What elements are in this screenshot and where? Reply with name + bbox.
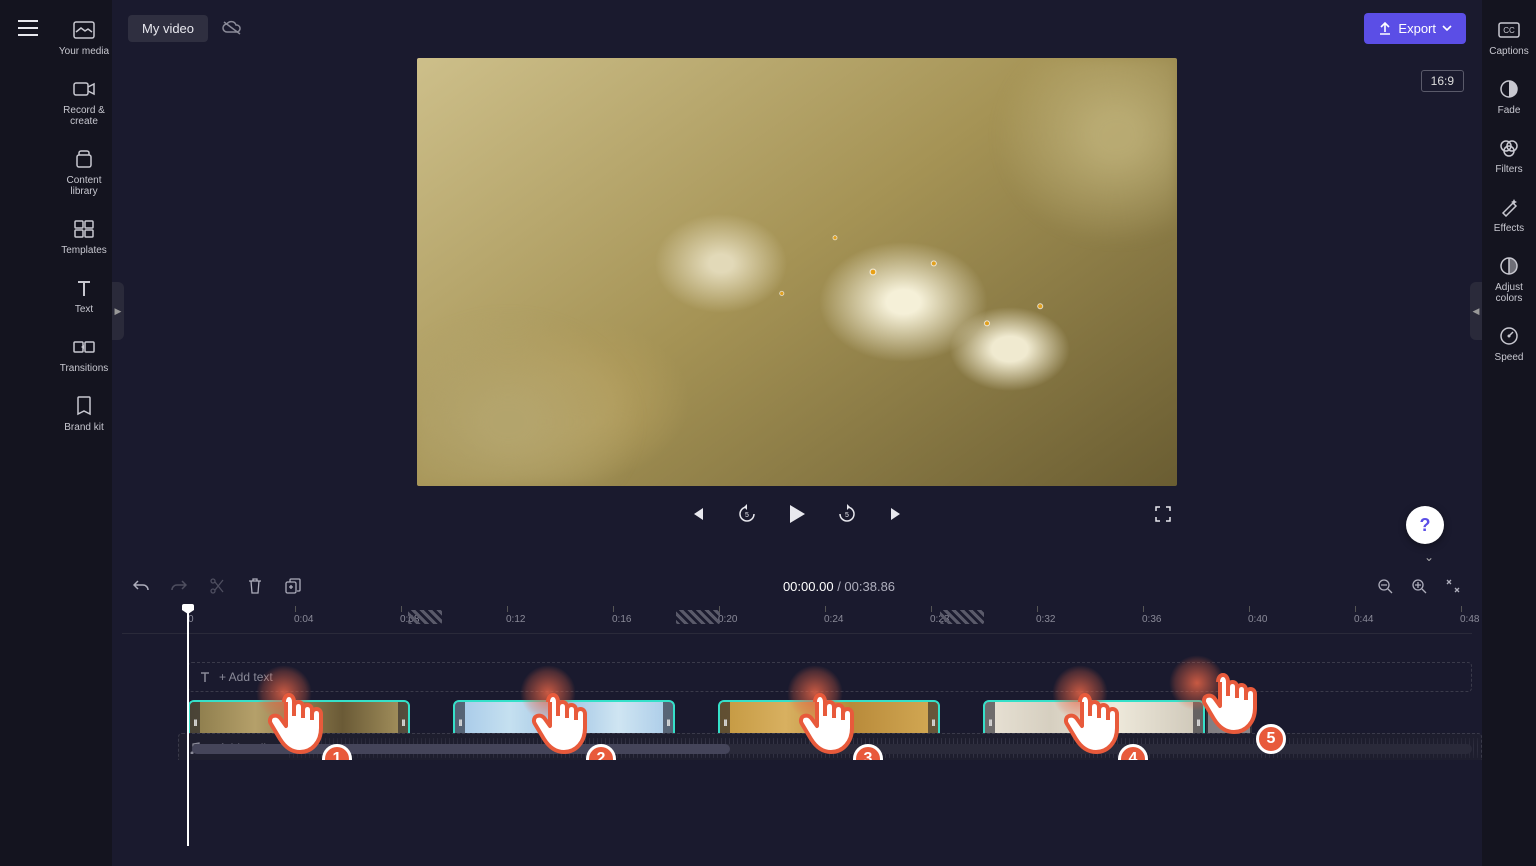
ruler-tick: 0:36 bbox=[1142, 606, 1161, 633]
zoom-out-button[interactable] bbox=[1374, 575, 1396, 597]
skip-start-button[interactable] bbox=[683, 500, 711, 528]
upload-icon bbox=[1378, 21, 1392, 35]
ruler-tick: 0:44 bbox=[1354, 606, 1373, 633]
playback-controls: 5 5 bbox=[417, 500, 1177, 528]
rpanel-label: Speed bbox=[1495, 352, 1524, 363]
rpanel-filters[interactable]: Filters bbox=[1482, 126, 1536, 185]
current-time: 00:00.00 bbox=[783, 579, 834, 594]
speed-icon bbox=[1497, 324, 1521, 348]
svg-text:5: 5 bbox=[745, 512, 749, 519]
templates-icon bbox=[72, 217, 96, 241]
aspect-ratio-badge[interactable]: 16:9 bbox=[1421, 70, 1464, 92]
rpanel-effects[interactable]: Effects bbox=[1482, 185, 1536, 244]
duplicate-button[interactable] bbox=[282, 575, 304, 597]
left-sidebar: Your media Record & create Content libra… bbox=[56, 0, 112, 866]
ruler-selection-mark bbox=[940, 610, 984, 624]
timeline-toolbar: 00:00.00 / 00:38.86 bbox=[112, 566, 1482, 606]
rpanel-captions[interactable]: CC Captions bbox=[1482, 8, 1536, 67]
ruler-selection-mark bbox=[408, 610, 442, 624]
rpanel-label: Effects bbox=[1494, 223, 1524, 234]
sidebar-item-transitions[interactable]: Transitions bbox=[56, 325, 112, 384]
ruler-tick: 0:32 bbox=[1036, 606, 1055, 633]
rewind-5s-button[interactable]: 5 bbox=[733, 500, 761, 528]
sidebar-item-text[interactable]: Text bbox=[56, 266, 112, 325]
text-track[interactable]: + Add text bbox=[188, 662, 1472, 692]
project-title[interactable]: My video bbox=[128, 15, 208, 42]
sidebar-label: Transitions bbox=[60, 363, 109, 374]
sidebar-label: Record & create bbox=[58, 105, 110, 127]
transitions-icon bbox=[72, 335, 96, 359]
sidebar-label: Your media bbox=[59, 46, 109, 57]
timeline: 00:00.00 / 00:38.86 00:040:080:120:160:2… bbox=[112, 566, 1482, 866]
text-icon bbox=[72, 276, 96, 300]
sidebar-item-record-create[interactable]: Record & create bbox=[56, 67, 112, 137]
brand-icon bbox=[72, 394, 96, 418]
video-preview[interactable] bbox=[417, 58, 1177, 486]
playhead[interactable] bbox=[187, 606, 189, 846]
ruler-tick: 0:12 bbox=[506, 606, 525, 633]
fullscreen-button[interactable] bbox=[1149, 500, 1177, 528]
zoom-in-button[interactable] bbox=[1408, 575, 1430, 597]
ruler-tick: 0:24 bbox=[824, 606, 843, 633]
total-time: 00:38.86 bbox=[844, 579, 895, 594]
undo-button[interactable] bbox=[130, 575, 152, 597]
sidebar-item-templates[interactable]: Templates bbox=[56, 207, 112, 266]
ruler-selection-mark bbox=[676, 610, 720, 624]
rpanel-adjust-colors[interactable]: Adjust colors bbox=[1482, 244, 1536, 314]
sidebar-item-content-library[interactable]: Content library bbox=[56, 137, 112, 207]
redo-button[interactable] bbox=[168, 575, 190, 597]
export-button[interactable]: Export bbox=[1364, 13, 1466, 44]
menu-button[interactable] bbox=[0, 0, 56, 56]
rpanel-label: Fade bbox=[1498, 105, 1521, 116]
sidebar-item-your-media[interactable]: Your media bbox=[56, 8, 112, 67]
sidebar-label: Brand kit bbox=[64, 422, 103, 433]
top-bar: My video Export bbox=[112, 0, 1482, 56]
ruler-tick: 0:04 bbox=[294, 606, 313, 633]
text-track-icon bbox=[199, 671, 211, 683]
expand-right-panel[interactable]: ◀ bbox=[1470, 282, 1482, 340]
text-track-label: + Add text bbox=[219, 670, 273, 684]
sidebar-label: Templates bbox=[61, 245, 107, 256]
right-sidebar: CC Captions Fade Filters Effects Adjust … bbox=[1482, 0, 1536, 866]
rpanel-label: Filters bbox=[1495, 164, 1522, 175]
play-button[interactable] bbox=[783, 500, 811, 528]
rpanel-label: Captions bbox=[1489, 46, 1528, 57]
ruler-tick: 0:48 bbox=[1460, 606, 1479, 633]
help-button[interactable]: ? bbox=[1406, 506, 1444, 544]
skip-end-button[interactable] bbox=[883, 500, 911, 528]
expand-left-panel[interactable]: ▶ bbox=[112, 282, 124, 340]
cloud-off-icon[interactable] bbox=[222, 20, 242, 36]
rpanel-fade[interactable]: Fade bbox=[1482, 67, 1536, 126]
media-icon bbox=[72, 18, 96, 42]
preview-area: ▶ ◀ 16:9 5 5 ? ⌄ bbox=[112, 56, 1482, 566]
ruler-tick: 0:16 bbox=[612, 606, 631, 633]
export-label: Export bbox=[1398, 21, 1436, 36]
split-button[interactable] bbox=[206, 575, 228, 597]
timeline-tracks: + Add text IIII IIII IIII Pampas grass I… bbox=[112, 634, 1482, 760]
forward-5s-button[interactable]: 5 bbox=[833, 500, 861, 528]
timeline-ruler[interactable]: 00:040:080:120:160:200:240:280:320:360:4… bbox=[122, 606, 1472, 634]
svg-text:CC: CC bbox=[1503, 26, 1515, 35]
camera-icon bbox=[72, 77, 96, 101]
fade-icon bbox=[1497, 77, 1521, 101]
library-icon bbox=[72, 147, 96, 171]
delete-button[interactable] bbox=[244, 575, 266, 597]
svg-text:5: 5 bbox=[845, 512, 849, 519]
sidebar-item-brand-kit[interactable]: Brand kit bbox=[56, 384, 112, 443]
rpanel-label: Adjust colors bbox=[1484, 282, 1534, 304]
effects-icon bbox=[1497, 195, 1521, 219]
help-collapse-icon[interactable]: ⌄ bbox=[1424, 550, 1434, 564]
zoom-fit-button[interactable] bbox=[1442, 575, 1464, 597]
adjust-colors-icon bbox=[1497, 254, 1521, 278]
rpanel-speed[interactable]: Speed bbox=[1482, 314, 1536, 373]
timeline-time-display: 00:00.00 / 00:38.86 bbox=[320, 579, 1358, 594]
captions-icon: CC bbox=[1497, 18, 1521, 42]
sidebar-label: Text bbox=[75, 304, 93, 315]
chevron-down-icon bbox=[1442, 25, 1452, 31]
sidebar-label: Content library bbox=[58, 175, 110, 197]
filters-icon bbox=[1497, 136, 1521, 160]
ruler-tick: 0:40 bbox=[1248, 606, 1267, 633]
tutorial-step-badge: 5 bbox=[1256, 724, 1286, 754]
ruler-tick: 0:20 bbox=[718, 606, 737, 633]
